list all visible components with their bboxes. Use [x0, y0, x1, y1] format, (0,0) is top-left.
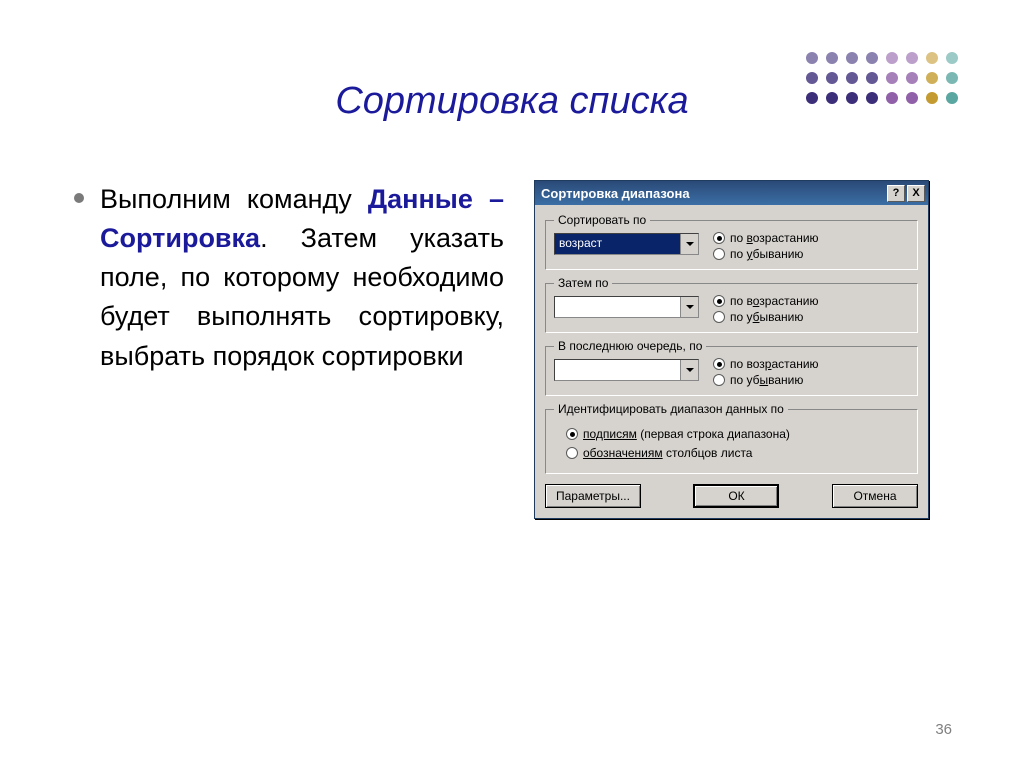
ok-button[interactable]: ОК: [693, 484, 779, 508]
last-by-group: В последнюю очередь, по по возрастанию: [545, 339, 918, 396]
radio-icon: [713, 358, 725, 370]
sort-by-label: Сортировать по: [554, 213, 650, 227]
radio-asc-1[interactable]: по возрастанию: [713, 231, 819, 245]
identify-label: Идентифицировать диапазон данных по: [554, 402, 788, 416]
radio-icon: [713, 374, 725, 386]
bullet-item: Выполним команду Данные – Сортировка. За…: [74, 180, 504, 376]
sort-by-group: Сортировать по возраст по возрастанию: [545, 213, 918, 270]
sort-by-combo[interactable]: возраст: [554, 233, 699, 255]
radio-columns[interactable]: обозначениям столбцов листа: [566, 446, 909, 460]
radio-desc-1[interactable]: по убыванию: [713, 247, 819, 261]
then-by-group: Затем по по возрастанию: [545, 276, 918, 333]
identify-group: Идентифицировать диапазон данных по подп…: [545, 402, 918, 474]
chevron-down-icon[interactable]: [680, 297, 698, 317]
radio-icon: [713, 311, 725, 323]
last-by-combo[interactable]: [554, 359, 699, 381]
bullet-text-pre: Выполним команду: [100, 184, 368, 214]
radio-asc-3[interactable]: по возрастанию: [713, 357, 819, 371]
slide-title: Сортировка списка: [0, 80, 1024, 123]
last-by-label: В последнюю очередь, по: [554, 339, 706, 353]
radio-icon: [713, 248, 725, 260]
bullet-text: Выполним команду Данные – Сортировка. За…: [100, 180, 504, 376]
radio-desc-2[interactable]: по убыванию: [713, 310, 819, 324]
radio-icon: [566, 428, 578, 440]
radio-icon: [713, 295, 725, 307]
then-by-label: Затем по: [554, 276, 612, 290]
chevron-down-icon[interactable]: [680, 234, 698, 254]
last-by-value: [555, 360, 680, 380]
radio-icon: [713, 232, 725, 244]
help-button[interactable]: ?: [887, 185, 905, 202]
then-by-combo[interactable]: [554, 296, 699, 318]
chevron-down-icon[interactable]: [680, 360, 698, 380]
bullet-icon: [74, 193, 84, 203]
radio-desc-3[interactable]: по убыванию: [713, 373, 819, 387]
bullet-list: Выполним команду Данные – Сортировка. За…: [74, 180, 504, 376]
page-number: 36: [935, 721, 952, 738]
options-button[interactable]: Параметры...: [545, 484, 641, 508]
radio-headers[interactable]: подписям (первая строка диапазона): [566, 427, 909, 441]
dialog-title: Сортировка диапазона: [541, 186, 690, 201]
radio-asc-2[interactable]: по возрастанию: [713, 294, 819, 308]
then-by-value: [555, 297, 680, 317]
sort-by-value: возраст: [555, 234, 680, 254]
radio-icon: [566, 447, 578, 459]
close-button[interactable]: X: [907, 185, 925, 202]
sort-dialog: Сортировка диапазона ? X Сортировать по …: [534, 180, 929, 519]
cancel-button[interactable]: Отмена: [832, 484, 918, 508]
dialog-titlebar[interactable]: Сортировка диапазона ? X: [535, 181, 928, 205]
